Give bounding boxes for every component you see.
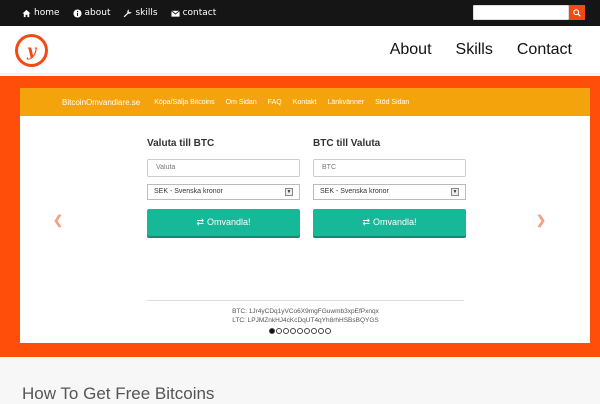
topnav-home-label: home (34, 8, 60, 18)
carousel-dot[interactable] (269, 328, 275, 334)
slide-nav-contact[interactable]: Kontakt (293, 99, 317, 106)
top-nav: home about skills contact (22, 0, 216, 26)
chevron-down-icon: ▼ (451, 187, 459, 196)
fiat-to-btc-title: Valuta till BTC (147, 138, 215, 149)
fiat-to-btc-panel: Valuta till BTC SEK - Svenska kronor ▼ ⇄… (147, 138, 300, 236)
topnav-skills-link[interactable]: skills (123, 8, 158, 18)
slide-nav-about[interactable]: Om Sidan (226, 99, 257, 106)
logo-letter: y (18, 37, 45, 64)
slide-nav: BitcoinOmvandlare.se Köpa/Sälja Bitcoins… (20, 88, 590, 116)
main-nav: About Skills Contact (390, 26, 572, 74)
converter-slide: BitcoinOmvandlare.se Köpa/Sälja Bitcoins… (20, 88, 590, 343)
carousel-dot[interactable] (318, 328, 324, 334)
home-icon (22, 9, 31, 17)
exchange-icon: ⇄ (196, 216, 204, 227)
nav-skills[interactable]: Skills (456, 41, 493, 59)
carousel-dot[interactable] (276, 328, 282, 334)
slide-brand-link[interactable]: BitcoinOmvandlare.se (62, 98, 140, 107)
site-header: y About Skills Contact (0, 26, 600, 74)
search-icon (573, 8, 581, 17)
carousel-dot[interactable] (283, 328, 289, 334)
carousel-dot[interactable] (304, 328, 310, 334)
convert-btc-label: Omvandla! (373, 217, 417, 227)
topnav-contact-label: contact (182, 8, 217, 18)
section-title: How To Get Free Bitcoins (22, 384, 215, 403)
carousel-dot[interactable] (311, 328, 317, 334)
btc-to-fiat-panel: BTC till Valuta SEK - Svenska kronor ▼ ⇄… (313, 138, 466, 236)
convert-fiat-button[interactable]: ⇄ Omvandla! (147, 208, 300, 236)
carousel-dot[interactable] (290, 328, 296, 334)
carousel-dot[interactable] (325, 328, 331, 334)
topnav-home-link[interactable]: home (22, 8, 60, 18)
slide-nav-links[interactable]: Länkvänner (327, 99, 364, 106)
btc-donation-address: BTC: 1Jr4yCDq1yVCo6X9mgFGuwmb3xpEfPxnqx (232, 308, 379, 315)
carousel-dot[interactable] (297, 328, 303, 334)
ltc-donation-address: LTC: LPJMZnkHJ4cKcDqUT4qYh8rhHSBsBQYGS (232, 317, 379, 324)
slide-nav-faq[interactable]: FAQ (268, 99, 282, 106)
carousel-next-icon[interactable]: ❯ (536, 213, 546, 227)
search-input[interactable] (473, 5, 569, 20)
search-button[interactable] (569, 5, 585, 20)
target-currency-select[interactable]: SEK - Svenska kronor ▼ (313, 183, 466, 200)
fiat-amount-input[interactable] (147, 158, 300, 177)
slide-nav-support[interactable]: Stöd Sidan (375, 99, 409, 106)
topnav-contact-link[interactable]: contact (170, 8, 217, 18)
nav-contact[interactable]: Contact (517, 41, 572, 59)
hero-banner: BitcoinOmvandlare.se Köpa/Sälja Bitcoins… (0, 76, 600, 357)
divider (147, 300, 464, 301)
btc-amount-input[interactable] (313, 158, 466, 177)
wrench-icon (124, 8, 133, 17)
chevron-down-icon: ▼ (285, 187, 293, 196)
carousel-indicators (269, 328, 331, 334)
envelope-icon (170, 9, 180, 17)
site-logo[interactable]: y (15, 34, 48, 67)
info-icon (72, 8, 82, 18)
exchange-icon: ⇄ (362, 216, 370, 227)
convert-fiat-label: Omvandla! (207, 217, 251, 227)
target-currency-value: SEK - Svenska kronor (320, 188, 389, 195)
fiat-currency-value: SEK - Svenska kronor (154, 188, 223, 195)
carousel-prev-icon[interactable]: ❮ (53, 213, 63, 227)
top-bar: home about skills contact (0, 0, 600, 26)
convert-btc-button[interactable]: ⇄ Omvandla! (313, 208, 466, 236)
topnav-skills-label: skills (135, 8, 158, 18)
btc-to-fiat-title: BTC till Valuta (313, 138, 381, 149)
fiat-currency-select[interactable]: SEK - Svenska kronor ▼ (147, 183, 300, 200)
nav-about[interactable]: About (390, 41, 432, 59)
slide-nav-buy-sell[interactable]: Köpa/Sälja Bitcoins (154, 99, 214, 106)
topnav-about-link[interactable]: about (72, 8, 111, 18)
topnav-about-label: about (84, 8, 111, 18)
